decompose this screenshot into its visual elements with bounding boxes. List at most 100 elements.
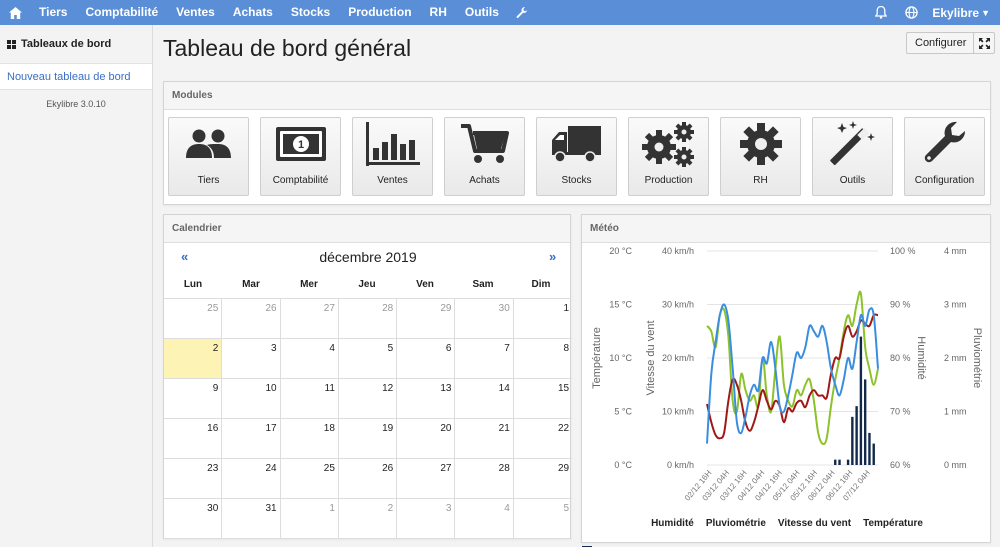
rain-bar [851, 416, 854, 465]
axis-title: Vitesse du vent [645, 320, 657, 395]
calendar-day[interactable]: 6 [397, 339, 456, 379]
calendar-day[interactable]: 24 [222, 459, 281, 499]
user-name: Ekylibre [932, 5, 980, 20]
module-label: Comptabilité [272, 175, 329, 186]
calendar-day[interactable]: 23 [164, 459, 223, 499]
rain-bar [868, 432, 871, 465]
calendar-day[interactable]: 13 [397, 379, 456, 419]
nav-tiers[interactable]: Tiers [30, 0, 76, 25]
axis-tick-label: 2 mm [944, 353, 967, 363]
module-label: RH [753, 175, 768, 186]
legend-item[interactable]: Vitesse du vent [778, 518, 851, 529]
axis-tick-label: 80 % [890, 353, 911, 363]
calendar-day[interactable]: 4 [455, 499, 514, 539]
calendar-day[interactable]: 9 [164, 379, 223, 419]
calendar-day[interactable]: 26 [338, 459, 398, 499]
bell-icon[interactable] [866, 6, 896, 19]
module-ventes-button[interactable]: Ventes [352, 117, 433, 196]
calendar-day[interactable]: 22 [513, 419, 573, 459]
module-production-button[interactable]: Production [628, 117, 709, 196]
fullscreen-button[interactable] [973, 32, 995, 54]
calendar-day[interactable]: 1 [280, 499, 339, 539]
nav-production[interactable]: Production [339, 0, 420, 25]
nav-stocks[interactable]: Stocks [282, 0, 339, 25]
calendar-day[interactable]: 28 [455, 459, 514, 499]
module-stocks-button[interactable]: Stocks [536, 117, 617, 196]
next-month-button[interactable]: » [549, 249, 556, 264]
module-configuration-button[interactable]: Configuration [904, 117, 985, 196]
module-outils-button[interactable]: Outils [812, 117, 893, 196]
calendar-panel-title: Calendrier [164, 215, 570, 243]
module-tiers-button[interactable]: Tiers [168, 117, 249, 196]
calendar-day[interactable]: 29 [513, 459, 573, 499]
calendar-day[interactable]: 30 [455, 299, 514, 339]
module-label: Ventes [377, 175, 408, 186]
calendar-day[interactable]: 2 [164, 339, 223, 379]
calendar-day[interactable]: 1 [513, 299, 573, 339]
calendar-day[interactable]: 25 [280, 459, 339, 499]
legend-item[interactable]: Humidité [651, 518, 694, 529]
calendar-day[interactable]: 20 [397, 419, 456, 459]
calendar-day[interactable]: 5 [338, 339, 398, 379]
user-menu[interactable]: Ekylibre ▼ [926, 6, 1000, 20]
calendar-day[interactable]: 8 [513, 339, 573, 379]
sidebar-title-label: Tableaux de bord [21, 38, 112, 50]
nav-outils[interactable]: Outils [456, 0, 508, 25]
rain-bar [834, 459, 837, 465]
axis-tick-label: 10 km/h [662, 407, 694, 417]
caret-down-icon: ▼ [981, 7, 990, 18]
sidebar-item-new-dashboard[interactable]: Nouveau tableau de bord [0, 63, 152, 90]
module-comptabilite-button[interactable]: 1 Comptabilité [260, 117, 341, 196]
weather-legend: Humidité Pluviométrie Vitesse du vent Tempé… [582, 518, 992, 547]
calendar-day[interactable]: 18 [280, 419, 339, 459]
calendar-day[interactable]: 10 [222, 379, 281, 419]
nav-ventes[interactable]: Ventes [167, 0, 224, 25]
nav-comptabilite[interactable]: Comptabilité [76, 0, 167, 25]
calendar-day[interactable]: 21 [455, 419, 514, 459]
calendar-day[interactable]: 27 [280, 299, 339, 339]
cart-icon [460, 124, 509, 163]
calendar-day[interactable]: 31 [222, 499, 281, 539]
main-content: Tableau de bord général Configurer Modul… [153, 25, 1000, 547]
calendar-day[interactable]: 5 [513, 499, 573, 539]
calendar-day[interactable]: 3 [397, 499, 456, 539]
calendar-day[interactable]: 19 [338, 419, 398, 459]
calendar-day[interactable]: 2 [338, 499, 398, 539]
calendar-day[interactable]: 15 [513, 379, 573, 419]
calendar-day[interactable]: 29 [397, 299, 456, 339]
nav-achats[interactable]: Achats [224, 0, 282, 25]
weather-panel-title: Météo [582, 215, 990, 243]
gears-icon [641, 122, 694, 167]
modules-panel-title: Modules [164, 82, 990, 110]
legend-item[interactable]: Pluviométrie [582, 518, 766, 547]
configure-button[interactable]: Configurer [906, 32, 976, 54]
weekday-header: Jeu [358, 279, 376, 290]
axis-tick-label: 30 km/h [662, 300, 694, 310]
axis-tick-label: 0 mm [944, 460, 967, 470]
legend-item[interactable]: Température [863, 518, 923, 529]
module-rh-button[interactable]: RH [720, 117, 801, 196]
legend-label: Température [863, 518, 923, 529]
calendar-day[interactable]: 12 [338, 379, 398, 419]
calendar-day[interactable]: 11 [280, 379, 339, 419]
calendar-day[interactable]: 30 [164, 499, 223, 539]
calendar-day[interactable]: 16 [164, 419, 223, 459]
calendar-day[interactable]: 25 [164, 299, 223, 339]
expand-icon [978, 37, 990, 49]
calendar-day[interactable]: 7 [455, 339, 514, 379]
calendar-day[interactable]: 3 [222, 339, 281, 379]
module-achats-button[interactable]: Achats [444, 117, 525, 196]
home-icon[interactable] [0, 6, 30, 19]
calendar-day[interactable]: 27 [397, 459, 456, 499]
globe-icon[interactable] [896, 6, 926, 19]
nav-rh[interactable]: RH [421, 0, 456, 25]
weekday-header: Sam [472, 279, 494, 290]
wrench-icon[interactable] [508, 6, 536, 19]
calendar-day[interactable]: 17 [222, 419, 281, 459]
calendar-day[interactable]: 4 [280, 339, 339, 379]
axis-title: Pluviométrie [971, 328, 983, 389]
calendar-day[interactable]: 26 [222, 299, 281, 339]
calendar-day[interactable]: 28 [338, 299, 398, 339]
module-label: Tiers [197, 175, 220, 186]
calendar-day[interactable]: 14 [455, 379, 514, 419]
